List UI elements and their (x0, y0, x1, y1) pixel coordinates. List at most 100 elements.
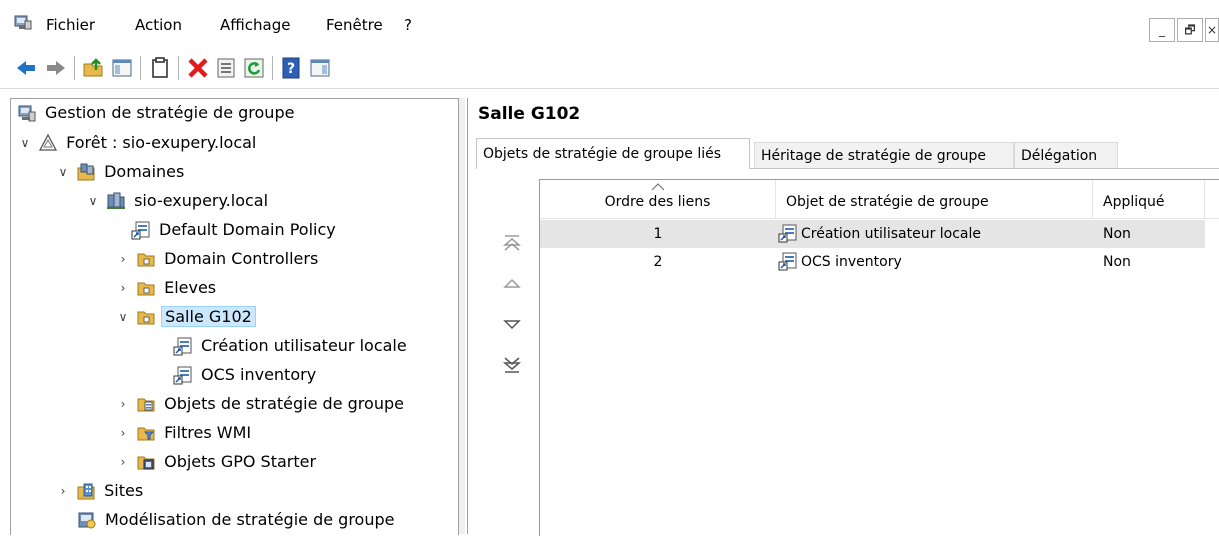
refresh-icon[interactable] (242, 56, 266, 80)
gpmc-app-icon[interactable] (14, 14, 32, 30)
show-hide-action-pane-icon[interactable] (308, 56, 332, 80)
gpo-link-icon (173, 366, 192, 385)
menu-help[interactable]: ? (404, 16, 412, 34)
domain-icon (107, 192, 126, 209)
menu-action[interactable]: Action (135, 16, 182, 34)
column-header-label: Ordre des liens (604, 194, 711, 210)
tree-item-domain[interactable]: ∨ sio-exupery.local (85, 190, 271, 212)
back-arrow-icon[interactable] (14, 56, 38, 80)
cell-applied: Non (1103, 226, 1131, 242)
menu-fichier[interactable]: Fichier (46, 16, 95, 34)
minimize-button[interactable]: _ (1149, 18, 1175, 42)
ou-folder-icon (137, 253, 155, 267)
wmi-filter-folder-icon (137, 427, 155, 441)
toolbar: ? (0, 48, 1219, 89)
tree-item-domain-controllers[interactable]: › Domain Controllers (115, 248, 321, 270)
column-header-applied[interactable]: Appliqué (1093, 180, 1205, 218)
tree-item-starter-gpos[interactable]: › Objets GPO Starter (115, 451, 319, 473)
move-to-top-icon[interactable] (502, 233, 522, 253)
tree-item-salle-g102[interactable]: ∨ Salle G102 (115, 306, 256, 328)
forward-arrow-icon[interactable] (44, 56, 68, 80)
cell-applied: Non (1103, 254, 1131, 270)
sites-icon (77, 483, 95, 500)
starter-gpo-folder-icon (137, 456, 155, 470)
cell-gpo: Création utilisateur locale (778, 220, 981, 248)
tree-item-label: Création utilisateur locale (201, 336, 407, 355)
table-row[interactable]: 2 OCS inventory Non (540, 248, 1205, 276)
move-to-bottom-icon[interactable] (502, 355, 522, 375)
close-button[interactable]: × (1205, 18, 1219, 42)
tree-item-label: Filtres WMI (164, 423, 252, 442)
tab-linked-gpos[interactable]: Objets de stratégie de groupe liés (476, 138, 750, 169)
gpo-folder-icon (137, 398, 155, 412)
table-header: Ordre des liens Objet de stratégie de gr… (540, 180, 1219, 219)
ou-folder-icon (137, 311, 155, 325)
tree-item-eleves[interactable]: › Eleves (115, 277, 219, 299)
menu-fenetre[interactable]: Fenêtre (326, 16, 383, 34)
chevron-right-icon[interactable]: › (115, 422, 131, 444)
tree-item-label: Default Domain Policy (159, 220, 336, 239)
chevron-down-icon[interactable]: ∨ (55, 161, 71, 183)
tree-item-label: Eleves (164, 278, 217, 297)
chevron-down-icon[interactable]: ∨ (85, 190, 101, 212)
properties-icon[interactable] (214, 56, 238, 80)
tree-item-gpmc-root[interactable]: Gestion de stratégie de groupe (17, 102, 297, 124)
gpo-link-icon (131, 221, 150, 240)
menu-affichage[interactable]: Affichage (220, 16, 290, 34)
gpo-link-icon (173, 337, 192, 356)
chevron-right-icon[interactable]: › (55, 480, 71, 502)
tree-item-gpo-ocs-inventory[interactable]: OCS inventory (173, 364, 319, 386)
tree-item-label: Gestion de stratégie de groupe (45, 103, 295, 122)
tree-item-label: Salle G102 (161, 306, 256, 327)
tree-item-default-domain-policy[interactable]: Default Domain Policy (131, 219, 339, 241)
cell-link-order: 1 (653, 226, 663, 242)
copy-icon[interactable] (148, 56, 172, 80)
move-down-icon[interactable] (502, 314, 522, 334)
gpo-link-icon (778, 252, 797, 270)
chevron-right-icon[interactable]: › (115, 248, 131, 270)
delete-icon[interactable] (186, 56, 210, 80)
move-up-icon[interactable] (502, 273, 522, 293)
gpo-link-icon (778, 224, 797, 242)
tree-item-label: Domain Controllers (164, 249, 319, 268)
tree-item-sites[interactable]: › Sites (55, 480, 146, 502)
gpmc-console-icon (18, 105, 36, 122)
column-header-gpo[interactable]: Objet de stratégie de groupe (776, 180, 1093, 218)
tree-item-gpo-creation-utilisateur[interactable]: Création utilisateur locale (173, 335, 410, 357)
tree-item-wmi-filters[interactable]: › Filtres WMI (115, 422, 254, 444)
domains-icon (77, 163, 95, 181)
tree-item-modeling[interactable]: Modélisation de stratégie de groupe (77, 509, 397, 531)
console-tree: Gestion de stratégie de groupe ∨ Forêt :… (10, 98, 459, 535)
show-hide-console-tree-icon[interactable] (110, 56, 134, 80)
tab-delegation[interactable]: Délégation (1014, 142, 1118, 168)
column-header-link-order[interactable]: Ordre des liens (540, 180, 776, 218)
tree-item-label: Sites (104, 481, 144, 500)
modeling-icon (78, 512, 96, 529)
toolbar-separator (178, 56, 179, 80)
window-controls: _ 🗗 × (1147, 18, 1219, 42)
tree-item-label: Objets GPO Starter (164, 452, 317, 471)
tree-item-domains[interactable]: ∨ Domaines (55, 161, 187, 183)
chevron-right-icon[interactable]: › (115, 393, 131, 415)
tab-inheritance[interactable]: Héritage de stratégie de groupe (754, 142, 1014, 168)
up-folder-icon[interactable] (82, 56, 106, 80)
chevron-right-icon[interactable]: › (115, 277, 131, 299)
forest-icon (39, 133, 58, 151)
chevron-right-icon[interactable]: › (115, 451, 131, 473)
toolbar-separator (272, 56, 273, 80)
restore-button[interactable]: 🗗 (1177, 18, 1203, 42)
toolbar-separator (140, 56, 141, 80)
tree-item-label: Domaines (104, 162, 185, 181)
toolbar-separator (74, 56, 75, 80)
chevron-down-icon[interactable]: ∨ (115, 306, 131, 328)
details-pane: Salle G102 Objets de stratégie de groupe… (467, 98, 1219, 536)
tree-item-forest[interactable]: ∨ Forêt : sio-exupery.local (17, 132, 259, 154)
linked-gpos-panel: Ordre des liens Objet de stratégie de gr… (476, 168, 1219, 536)
pane-splitter[interactable] (459, 98, 465, 534)
tree-item-label: sio-exupery.local (134, 191, 269, 210)
help-icon[interactable]: ? (280, 56, 304, 80)
table-row[interactable]: 1 Création utilisateur locale Non (540, 220, 1205, 248)
sort-ascending-icon (651, 183, 664, 191)
tree-item-gpo-container[interactable]: › Objets de stratégie de groupe (115, 393, 407, 415)
chevron-down-icon[interactable]: ∨ (17, 132, 33, 154)
